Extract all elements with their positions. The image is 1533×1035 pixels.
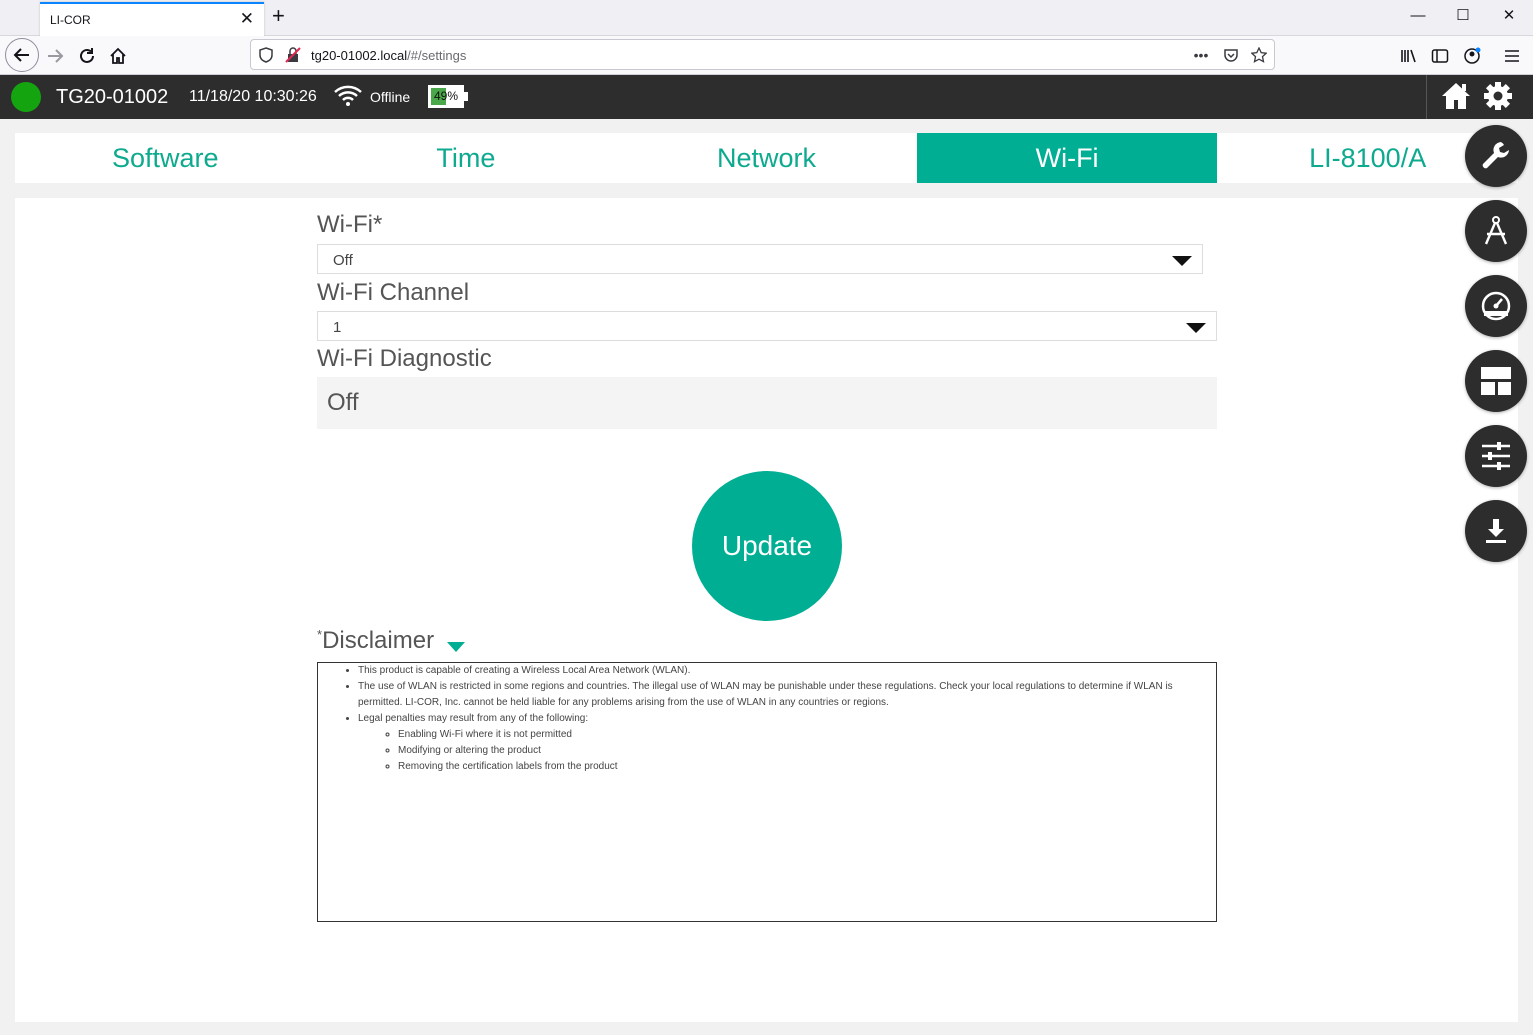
- device-name: TG20-01002: [56, 86, 169, 108]
- sidebar-toggle-icon[interactable]: [1427, 43, 1453, 69]
- status-indicator: [11, 82, 41, 112]
- home-icon: [1442, 83, 1470, 109]
- wifi-channel-label: Wi-Fi Channel: [317, 279, 470, 306]
- house-icon: [110, 47, 126, 64]
- disclaimer-item: The use of WLAN is restricted in some re…: [358, 679, 1216, 711]
- wifi-channel-value: 1: [333, 319, 342, 336]
- battery-indicator: 49%: [428, 85, 464, 108]
- url-host: tg20-01002.local: [311, 48, 408, 63]
- menu-hamburger-icon[interactable]: [1499, 43, 1525, 69]
- wrench-icon: [1482, 142, 1509, 169]
- back-button[interactable]: [5, 38, 39, 72]
- update-button[interactable]: Update: [692, 471, 842, 621]
- wifi-label: Wi-Fi*: [317, 211, 383, 238]
- tab-wifi[interactable]: Wi-Fi: [916, 133, 1218, 183]
- device-datetime: 11/18/20 10:30:26: [189, 88, 317, 105]
- tools-button[interactable]: [1465, 125, 1527, 187]
- header-divider: [1426, 75, 1427, 119]
- disclaimer-subitem: Enabling Wi-Fi where it is not permitted: [398, 727, 1216, 743]
- disclaimer-item-text: Legal penalties may result from any of t…: [358, 713, 589, 724]
- pocket-icon[interactable]: [1221, 45, 1241, 65]
- disclaimer-list: This product is capable of creating a Wi…: [318, 663, 1216, 775]
- tab-time[interactable]: Time: [316, 133, 617, 183]
- account-icon[interactable]: [1459, 43, 1485, 69]
- browser-navbar: tg20-01002.local/#/settings •••: [0, 36, 1533, 75]
- dashboard-button[interactable]: [1465, 275, 1527, 337]
- window-maximize-button[interactable]: ☐: [1448, 6, 1478, 26]
- layout-icon: [1481, 367, 1511, 395]
- tab-software[interactable]: Software: [15, 133, 316, 183]
- bookmark-star-icon[interactable]: [1249, 45, 1269, 65]
- reload-icon: [80, 48, 94, 63]
- disclaimer-item: This product is capable of creating a Wi…: [358, 663, 1216, 679]
- new-tab-button[interactable]: +: [272, 4, 285, 28]
- library-icon[interactable]: [1396, 43, 1422, 69]
- settings-tabs: Software Time Network Wi-Fi LI-8100/A: [15, 133, 1518, 183]
- home-button[interactable]: [1440, 80, 1472, 112]
- shield-icon[interactable]: [256, 45, 276, 65]
- disclaimer-item: Legal penalties may result from any of t…: [358, 711, 1216, 775]
- wifi-select[interactable]: Off: [317, 244, 1203, 274]
- url-path: /#/settings: [407, 48, 467, 63]
- gear-icon: [1484, 82, 1512, 110]
- settings-button[interactable]: [1482, 80, 1514, 112]
- battery-percent: 49%: [433, 89, 459, 103]
- tab-network[interactable]: Network: [616, 133, 917, 183]
- forward-arrow-icon: [48, 49, 64, 63]
- connection-status: Offline: [370, 89, 411, 105]
- compass-icon: [1484, 216, 1508, 245]
- chevron-down-icon: [1172, 256, 1192, 266]
- window-close-button[interactable]: ✕: [1494, 6, 1524, 26]
- disclaimer-subitem: Removing the certification labels from t…: [398, 759, 1216, 775]
- disclaimer-toggle[interactable]: *Disclaimer: [317, 627, 434, 655]
- wifi-diagnostic-field: Off: [317, 377, 1217, 429]
- battery-tip: [464, 92, 468, 101]
- window-minimize-button[interactable]: —: [1403, 6, 1433, 26]
- download-icon: [1486, 519, 1506, 543]
- download-button[interactable]: [1465, 500, 1527, 562]
- insecure-lock-icon[interactable]: [283, 45, 303, 65]
- disclaimer-chevron-down-icon[interactable]: [447, 642, 465, 652]
- wifi-diagnostic-value: Off: [327, 389, 359, 416]
- disclaimer-subitem: Modifying or altering the product: [398, 743, 1216, 759]
- forward-button[interactable]: [42, 43, 68, 69]
- wifi-channel-select[interactable]: 1: [317, 311, 1217, 341]
- disclaimer-text-box[interactable]: This product is capable of creating a Wi…: [317, 662, 1217, 922]
- disclaimer-sublist: Enabling Wi-Fi where it is not permitted…: [358, 727, 1216, 775]
- browser-tab[interactable]: LI-COR ✕: [40, 2, 264, 36]
- measurement-button[interactable]: [1465, 200, 1527, 262]
- tab-close-icon[interactable]: ✕: [240, 10, 254, 28]
- gauge-icon: [1481, 291, 1511, 321]
- browser-tabstrip: LI-COR ✕ + — ☐ ✕: [0, 0, 1533, 36]
- reload-button[interactable]: [74, 43, 100, 69]
- sliders-icon: [1482, 442, 1510, 470]
- wifi-icon: [334, 85, 362, 106]
- app-header: TG20-01002 11/18/20 10:30:26 Offline 49%: [0, 75, 1533, 119]
- wifi-select-value: Off: [333, 252, 353, 269]
- back-arrow-icon: [13, 48, 29, 62]
- url-bar[interactable]: tg20-01002.local/#/settings •••: [250, 39, 1275, 70]
- disclaimer-title: Disclaimer: [322, 627, 435, 654]
- adjustments-button[interactable]: [1465, 425, 1527, 487]
- page-actions-icon[interactable]: •••: [1191, 45, 1211, 65]
- wifi-diagnostic-label: Wi-Fi Diagnostic: [317, 345, 492, 372]
- browser-tab-title: LI-COR: [50, 13, 91, 27]
- url-text: tg20-01002.local/#/settings: [311, 48, 466, 63]
- chevron-down-icon: [1186, 323, 1206, 333]
- home-browser-button[interactable]: [105, 43, 131, 69]
- layout-button[interactable]: [1465, 350, 1527, 412]
